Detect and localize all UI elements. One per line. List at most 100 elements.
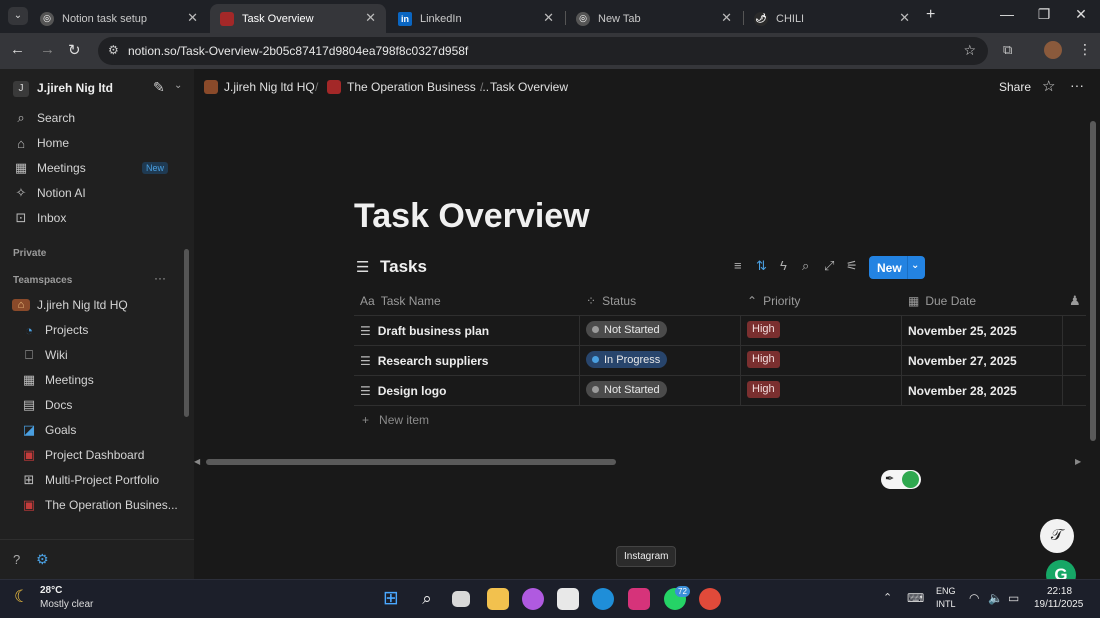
column-header-priority[interactable]: ⌃ Priority xyxy=(747,294,800,308)
copilot-icon[interactable] xyxy=(522,588,544,610)
breadcrumb-teamspace[interactable]: J.jireh Nig ltd HQ xyxy=(204,80,315,94)
task-view-icon[interactable] xyxy=(452,591,470,607)
scroll-right-icon[interactable]: ▶ xyxy=(1075,457,1081,466)
bookmark-star-icon[interactable]: ☆ xyxy=(963,42,976,59)
priority-badge[interactable]: High xyxy=(747,381,780,398)
forward-icon[interactable]: → xyxy=(40,41,55,58)
windows-start-icon[interactable]: ⊞ xyxy=(380,588,402,610)
filter-icon[interactable]: ≡ xyxy=(734,258,742,273)
person-property-icon[interactable]: ♟ xyxy=(1069,293,1081,309)
store-icon[interactable] xyxy=(557,588,579,610)
weather-temp[interactable]: 28°C xyxy=(40,585,62,596)
edge-icon[interactable] xyxy=(592,588,614,610)
close-icon[interactable]: ✕ xyxy=(543,10,554,26)
weather-desc[interactable]: Mostly clear xyxy=(40,599,93,610)
new-button[interactable]: New ⌄ xyxy=(869,256,925,279)
more-options-icon[interactable]: ··· xyxy=(1070,77,1084,93)
column-header-task-name[interactable]: Aa Task Name xyxy=(360,294,441,308)
chevron-down-icon[interactable]: ⌄ xyxy=(911,260,919,271)
teamspaces-heading[interactable]: Teamspaces xyxy=(13,275,72,286)
chevron-up-icon[interactable]: ⌃ xyxy=(883,591,892,604)
help-icon[interactable]: ? xyxy=(13,552,20,567)
expand-icon[interactable]: ⤢ xyxy=(824,258,834,274)
sidebar-item-meetings[interactable]: ▦ Meetings New xyxy=(12,157,182,179)
due-date[interactable]: November 25, 2025 xyxy=(908,324,1017,338)
scroll-left-icon[interactable]: ◀ xyxy=(194,457,200,466)
keyboard-icon[interactable]: ⌨ xyxy=(907,591,924,605)
sidebar-item-project-dashboard[interactable]: ▣ Project Dashboard xyxy=(20,444,145,466)
sidebar-item-search[interactable]: ⌕ Search xyxy=(12,107,75,129)
file-explorer-icon[interactable] xyxy=(487,588,509,610)
table-row-name[interactable]: ☰ Research suppliers xyxy=(360,354,488,368)
database-title[interactable]: Tasks xyxy=(380,257,427,277)
restore-icon[interactable]: ❐ xyxy=(1029,6,1059,23)
sidebar-item-meetings-ts[interactable]: ▦ Meetings xyxy=(20,369,94,391)
extensions-icon[interactable]: ⧉ xyxy=(1003,42,1012,58)
sidebar-item-docs[interactable]: ▤ Docs xyxy=(20,394,73,416)
column-header-due-date[interactable]: ▦ Due Date xyxy=(908,294,976,308)
search-icon[interactable]: ⌕ xyxy=(416,588,438,610)
search-icon[interactable]: ⌕ xyxy=(802,258,809,274)
priority-badge[interactable]: High xyxy=(747,351,780,368)
sidebar-item-home[interactable]: ⌂ Home xyxy=(12,132,69,154)
new-page-icon[interactable]: ✎ xyxy=(153,79,165,96)
tab-task-overview[interactable]: Task Overview ✕ xyxy=(210,4,386,33)
table-row-name[interactable]: ☰ Design logo xyxy=(360,384,446,398)
assistant-bubble-icon[interactable]: 𝒯 xyxy=(1040,519,1074,553)
share-button[interactable]: Share xyxy=(999,80,1031,94)
sidebar-item-teamspace[interactable]: ⌂ J.jireh Nig ltd HQ xyxy=(12,294,128,316)
back-icon[interactable]: ← xyxy=(10,41,25,58)
chrome-menu-icon[interactable]: ⋮ xyxy=(1078,41,1092,58)
tab-new-tab[interactable]: ◎ New Tab ✕ xyxy=(566,4,742,33)
weather-moon-icon[interactable]: ☾ xyxy=(14,587,29,607)
automation-bolt-icon[interactable]: ϟ xyxy=(780,258,787,273)
instagram-icon[interactable] xyxy=(628,588,650,610)
tab-notion-task-setup[interactable]: ◎ Notion task setup ✕ xyxy=(30,4,208,33)
close-icon[interactable]: ✕ xyxy=(187,10,198,26)
vertical-scrollbar[interactable] xyxy=(1090,121,1096,441)
reload-icon[interactable]: ↻ xyxy=(68,41,81,59)
clock-date[interactable]: 19/11/2025 xyxy=(1034,599,1083,610)
sidebar-item-inbox[interactable]: ⊡ Inbox xyxy=(12,207,67,229)
sidebar-item-wiki[interactable]: ⎕ Wiki xyxy=(20,344,68,366)
new-item-button[interactable]: + New item xyxy=(362,413,429,427)
workspace-name[interactable]: J.jireh Nig ltd xyxy=(37,81,113,95)
table-row-name[interactable]: ☰ Draft business plan xyxy=(360,324,489,338)
volume-icon[interactable]: 🔈 xyxy=(988,591,1003,605)
more-options-icon[interactable]: ··· xyxy=(154,271,166,285)
status-badge[interactable]: Not Started xyxy=(586,321,667,338)
sidebar-item-multi-project-portfolio[interactable]: ⊞ Multi-Project Portfolio xyxy=(20,469,160,491)
profile-avatar[interactable] xyxy=(1044,41,1062,59)
status-badge[interactable]: Not Started xyxy=(586,381,667,398)
page-title[interactable]: Task Overview xyxy=(354,197,590,236)
settings-sliders-icon[interactable]: ⚟ xyxy=(846,258,858,274)
sidebar-item-notion-ai[interactable]: ✧ Notion AI xyxy=(12,182,86,204)
due-date[interactable]: November 27, 2025 xyxy=(908,354,1017,368)
new-tab-button[interactable]: + xyxy=(926,6,935,24)
close-window-icon[interactable]: ✕ xyxy=(1066,6,1096,23)
close-icon[interactable]: ✕ xyxy=(365,10,376,26)
due-date[interactable]: November 28, 2025 xyxy=(908,384,1017,398)
priority-badge[interactable]: High xyxy=(747,321,780,338)
horizontal-scrollbar[interactable] xyxy=(206,459,1086,465)
extension-widget[interactable]: ✒ xyxy=(881,470,921,489)
site-settings-icon[interactable]: ⚙ xyxy=(108,43,119,57)
battery-icon[interactable]: ▭ xyxy=(1008,591,1019,605)
language-primary[interactable]: ENG xyxy=(936,586,956,596)
close-icon[interactable]: ✕ xyxy=(899,10,910,26)
sidebar-item-operation-business[interactable]: ▣ The Operation Busines... xyxy=(20,494,178,516)
settings-gear-icon[interactable]: ⚙ xyxy=(36,551,49,568)
column-header-status[interactable]: ⁘ Status xyxy=(586,294,636,308)
private-heading[interactable]: Private xyxy=(13,248,46,259)
address-bar[interactable]: ⚙ notion.so/Task-Overview-2b05c87417d980… xyxy=(98,37,988,65)
tab-linkedin[interactable]: in LinkedIn ✕ xyxy=(388,4,564,33)
tab-chili[interactable]: 🌶 CHILI ✕ xyxy=(744,4,920,33)
wifi-icon[interactable]: ◠ xyxy=(969,591,979,605)
status-badge[interactable]: In Progress xyxy=(586,351,668,368)
sort-icon[interactable]: ⇅ xyxy=(756,258,767,274)
tab-search-button[interactable]: ⌄ xyxy=(8,7,28,25)
close-icon[interactable]: ✕ xyxy=(721,10,732,26)
breadcrumb-current[interactable]: Task Overview xyxy=(490,80,568,94)
sidebar-item-goals[interactable]: ◪ Goals xyxy=(20,419,77,441)
horizontal-scroll-thumb[interactable] xyxy=(206,459,616,465)
